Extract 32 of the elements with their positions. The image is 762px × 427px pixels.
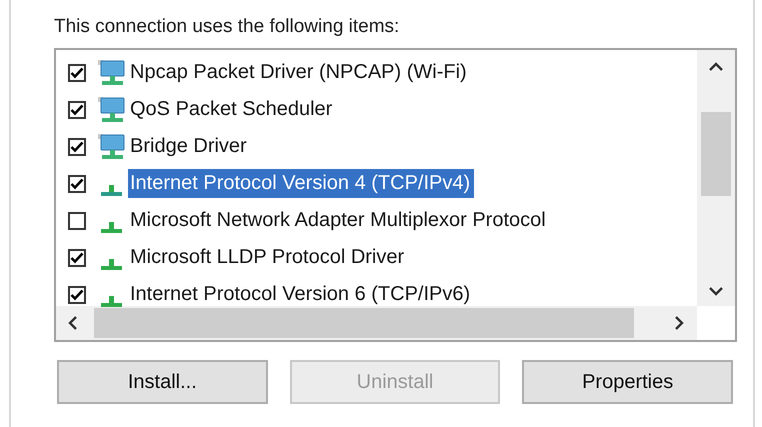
item-label[interactable]: Microsoft LLDP Protocol Driver [128,243,408,272]
network-protocol-icon [101,259,122,270]
scroll-right-icon[interactable] [674,315,684,331]
network-protocol-icon [101,296,122,307]
checkbox[interactable] [68,100,86,118]
dialog-button[interactable]: Properties [522,360,734,404]
item-label[interactable]: Microsoft Network Adapter Multiplexor Protocol [128,206,550,235]
checkbox[interactable] [68,174,86,192]
item-label[interactable]: QoS Packet Scheduler [128,95,336,124]
network-protocol-icon [101,185,122,196]
scroll-thumb[interactable] [701,112,731,196]
scroll-left-icon[interactable] [68,315,78,331]
network-computer-icon [96,96,126,124]
checkbox[interactable] [68,248,86,266]
checkbox[interactable] [68,212,86,230]
checkbox[interactable] [68,64,86,82]
checkbox[interactable] [68,138,86,156]
item-label[interactable]: Internet Protocol Version 4 (TCP/IPv4) [128,169,474,198]
checkbox[interactable] [68,286,86,304]
network-computer-icon [96,58,126,86]
network-computer-icon [96,132,126,160]
item-label[interactable]: Internet Protocol Version 6 (TCP/IPv6) [128,280,474,309]
list-heading: This connection uses the following items: [54,16,400,38]
network-protocol-icon [101,222,122,233]
dialog-button[interactable]: Install... [57,360,268,404]
item-label[interactable]: Bridge Driver [128,132,251,161]
vertical-scrollbar[interactable] [697,50,735,306]
item-label[interactable]: Npcap Packet Driver (NPCAP) (Wi-Fi) [128,58,471,87]
scroll-up-icon[interactable] [708,62,724,72]
horizontal-scrollbar[interactable] [56,306,735,340]
scroll-down-icon[interactable] [708,286,724,296]
scroll-thumb[interactable] [94,308,634,338]
